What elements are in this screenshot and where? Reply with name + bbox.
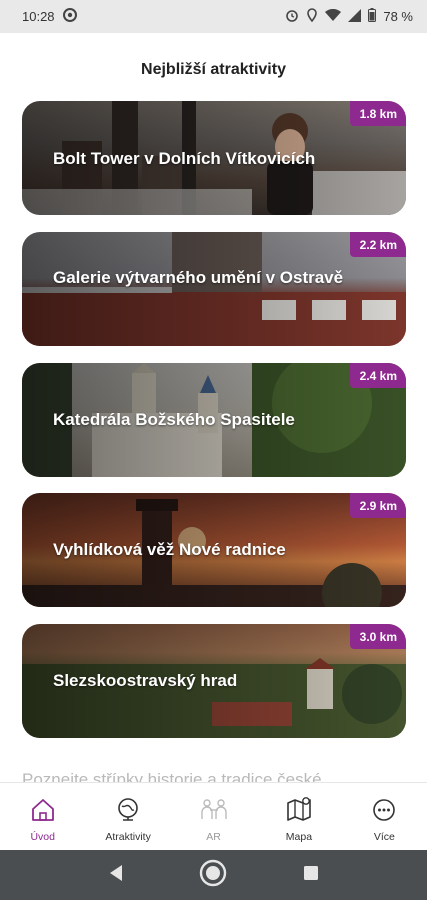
battery-level: 78 % [383,9,413,24]
status-bar: 10:28 78 % [0,0,427,33]
distance-badge: 1.8 km [349,101,406,126]
system-navigation-bar [0,850,427,900]
attraction-title: Vyhlídková věž Nové radnice [53,540,286,559]
home-icon [28,795,58,825]
recent-apps-icon[interactable] [303,865,319,886]
ar-people-icon [199,795,229,825]
nav-label: Více [373,831,395,843]
bottom-navigation: Úvod Atraktivity AR Mapa Více [0,782,427,850]
nav-item-ar[interactable]: AR [171,783,256,850]
sync-icon [62,8,77,25]
attraction-title: Slezskoostravský hrad [53,671,238,690]
distance-badge: 2.4 km [349,363,406,388]
nav-label: Atraktivity [105,831,151,843]
nav-label: AR [206,831,221,843]
globe-icon [113,795,143,825]
nav-item-attractions[interactable]: Atraktivity [85,783,170,850]
signal-icon [348,8,362,25]
attraction-card-town-hall-tower[interactable]: Vyhlídková věž Nové radnice 2.9 km [22,493,406,607]
attraction-title: Katedrála Božského Spasitele [53,410,295,429]
page-title: Nejbližší atraktivity [141,61,286,78]
attraction-card-bolt-tower[interactable]: Bolt Tower v Dolních Vítkovicích 1.8 km [22,101,406,215]
alarm-icon [285,8,299,25]
attraction-card-castle[interactable]: Slezskoostravský hrad 3.0 km [22,624,406,738]
nav-item-map[interactable]: Mapa [256,783,341,850]
wifi-icon [325,8,342,25]
attraction-card-cathedral[interactable]: Katedrála Božského Spasitele 2.4 km [22,363,406,477]
distance-badge: 3.0 km [349,624,406,649]
attraction-title: Galerie výtvarného umění v Ostravě [53,268,344,287]
distance-badge: 2.9 km [349,493,406,518]
more-icon [369,795,399,825]
home-button-icon[interactable] [199,859,227,892]
back-icon[interactable] [108,864,124,887]
nav-item-home[interactable]: Úvod [0,783,85,850]
battery-icon [368,8,377,25]
attraction-card-gallery[interactable]: Galerie výtvarného umění v Ostravě 2.2 k… [22,232,406,346]
status-time: 10:28 [22,9,55,24]
nav-label: Mapa [285,831,313,843]
location-icon [306,8,318,25]
nav-label: Úvod [30,831,55,843]
distance-badge: 2.2 km [349,232,406,257]
card-overlay [22,232,406,346]
map-icon [284,795,314,825]
nav-item-more[interactable]: Více [342,783,427,850]
attraction-title: Bolt Tower v Dolních Vítkovicích [53,149,316,168]
